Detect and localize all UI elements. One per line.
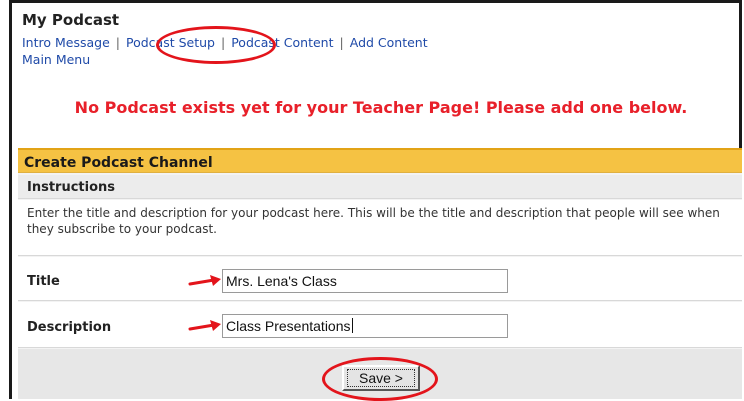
instructions-text: Enter the title and description for your… [18, 200, 742, 256]
title-field-value: Mrs. Lena's Class [226, 273, 337, 289]
description-field-value: Class Presentations [226, 318, 351, 334]
warning-message: No Podcast exists yet for your Teacher P… [74, 98, 688, 117]
title-row: Title Mrs. Lena's Class [18, 257, 742, 301]
title-field[interactable]: Mrs. Lena's Class [222, 269, 508, 293]
description-label: Description [27, 320, 112, 335]
nav-intro-message[interactable]: Intro Message [22, 35, 110, 50]
arrow-right-icon [188, 275, 221, 286]
save-area: Save > [18, 349, 742, 401]
panel-header: Create Podcast Channel [18, 148, 742, 173]
page-title: My Podcast [22, 11, 120, 29]
nav-separator: | [339, 35, 344, 50]
title-label: Title [27, 274, 60, 289]
arrow-right-icon [188, 320, 221, 331]
highlight-ring-podcast-setup [156, 26, 276, 64]
description-field[interactable]: Class Presentations [222, 314, 508, 338]
instructions-heading: Instructions [18, 175, 742, 199]
create-podcast-panel: Create Podcast Channel Instructions Ente… [18, 148, 742, 401]
highlight-ring-save [322, 357, 438, 401]
nav-separator: | [115, 35, 120, 50]
nav-add-content[interactable]: Add Content [350, 35, 428, 50]
nav-main-menu[interactable]: Main Menu [22, 52, 90, 67]
text-caret [351, 318, 353, 333]
description-row: Description Class Presentations [18, 302, 742, 348]
